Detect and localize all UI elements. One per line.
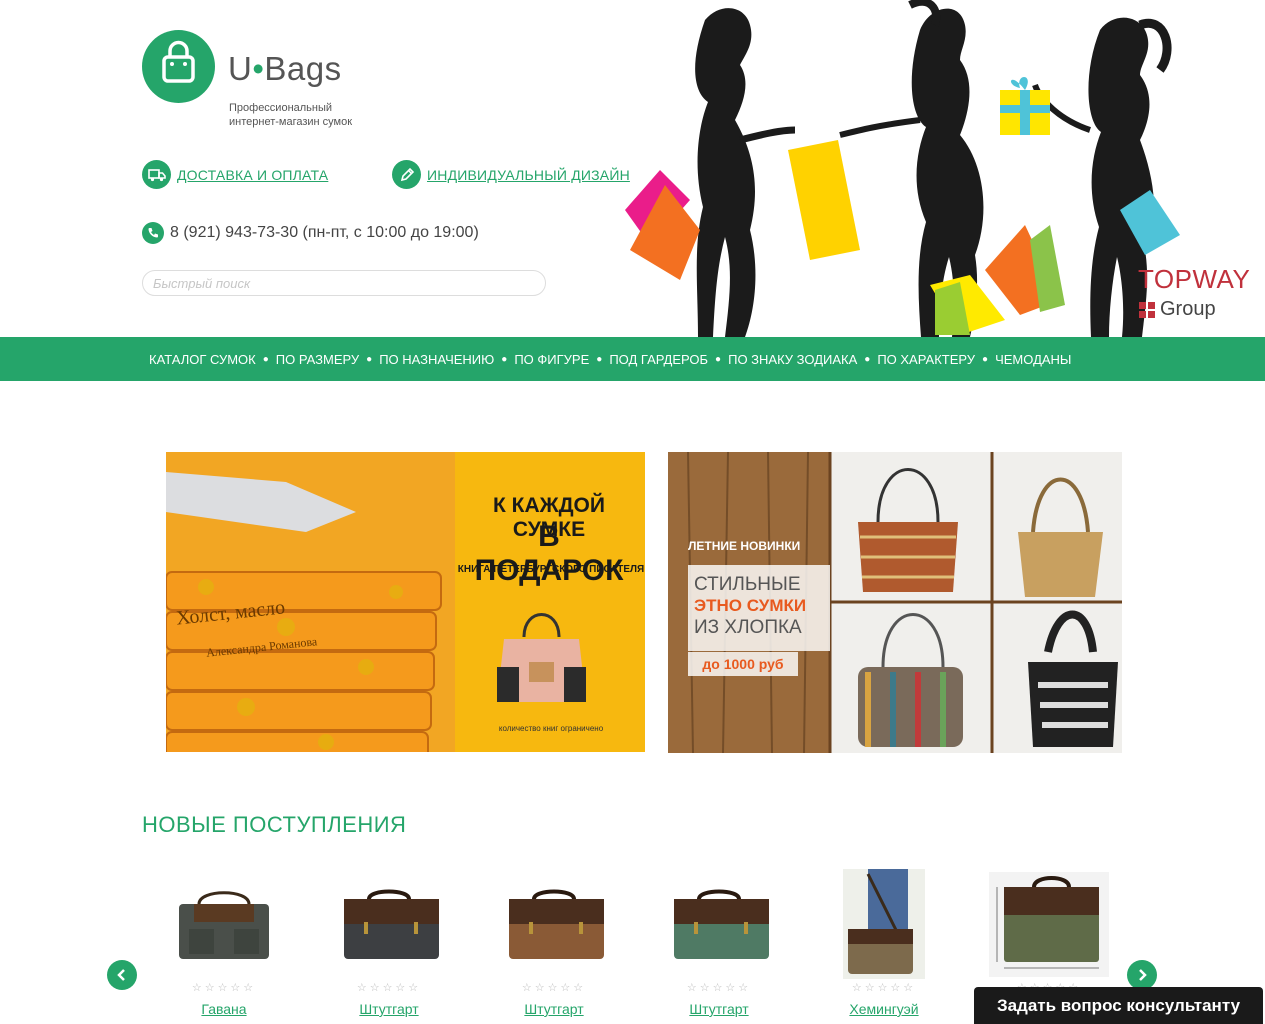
product-card[interactable]: ☆☆☆☆☆ Штутгарт bbox=[324, 868, 454, 1017]
book-stack-image bbox=[166, 452, 456, 752]
product-image[interactable] bbox=[489, 868, 619, 980]
gift-book-banner[interactable]: Холст, масло Александра Романова К КАЖДО… bbox=[166, 452, 645, 752]
custom-design-link-label[interactable]: ИНДИВИДУАЛЬНЫЙ ДИЗАЙН bbox=[427, 167, 630, 183]
product-card[interactable]: ☆☆☆☆☆ bbox=[984, 868, 1114, 1001]
rating-stars: ☆☆☆☆☆ bbox=[191, 982, 257, 994]
banner-right-line-2: ЭТНО СУМКИ bbox=[694, 596, 807, 615]
partner-logo-icon bbox=[1139, 301, 1155, 318]
partner-logo-name: TOPWAY bbox=[1138, 264, 1251, 294]
ask-consultant-button[interactable]: Задать вопрос консультанту bbox=[974, 987, 1263, 1024]
product-name-link[interactable]: Штутгарт bbox=[489, 1001, 619, 1017]
phone-icon bbox=[142, 222, 164, 244]
logo-icon[interactable] bbox=[142, 30, 215, 103]
nav-item-suitcases[interactable]: ЧЕМОДАНЫ bbox=[995, 352, 1071, 367]
banner-left-title-2: В ПОДАРОК bbox=[474, 520, 624, 587]
banner-right-line-3: ИЗ ХЛОПКА bbox=[694, 617, 802, 638]
rating-stars: ☆☆☆☆☆ bbox=[851, 982, 917, 994]
tagline-line-2: интернет-магазин сумок bbox=[229, 116, 353, 128]
handbag-image bbox=[497, 613, 586, 702]
custom-design-link[interactable]: ИНДИВИДУАЛЬНЫЙ ДИЗАЙН bbox=[392, 160, 630, 189]
logo-wordmark[interactable]: U•Bags bbox=[228, 50, 342, 88]
product-image[interactable] bbox=[324, 868, 454, 980]
nav-item-purpose[interactable]: ПО НАЗНАЧЕНИЮ bbox=[379, 352, 494, 367]
rating-stars: ☆☆☆☆☆ bbox=[356, 982, 422, 994]
product-card[interactable]: ☆☆☆☆☆ Штутгарт bbox=[654, 868, 784, 1017]
phone-contact: 8 (921) 943-73-30 (пн-пт, с 10:00 до 19:… bbox=[142, 222, 479, 244]
banner-right-line-1: СТИЛЬНЫЕ bbox=[694, 574, 801, 595]
product-name-link[interactable]: Хемингуэй bbox=[819, 1001, 949, 1017]
nav-item-wardrobe[interactable]: ПОД ГАРДЕРОБ bbox=[609, 352, 708, 367]
product-image[interactable] bbox=[654, 868, 784, 980]
nav-item-catalog[interactable]: КАТАЛОГ СУМОК bbox=[149, 352, 256, 367]
product-image[interactable] bbox=[159, 868, 289, 980]
search-input[interactable] bbox=[142, 270, 546, 296]
carousel-next-button[interactable] bbox=[1127, 960, 1157, 990]
product-image[interactable] bbox=[984, 868, 1114, 980]
carousel-prev-button[interactable] bbox=[107, 960, 137, 990]
banner-left-note: количество книг ограничено bbox=[498, 724, 604, 733]
banner-right-label: ЛЕТНИЕ НОВИНКИ bbox=[688, 539, 801, 553]
nav-item-character[interactable]: ПО ХАРАКТЕРУ bbox=[877, 352, 975, 367]
partner-group-label: Group bbox=[1160, 298, 1216, 320]
product-image[interactable] bbox=[819, 868, 949, 980]
phone-number: 8 (921) 943-73-30 (пн-пт, с 10:00 до 19:… bbox=[170, 224, 479, 241]
pencil-icon bbox=[392, 160, 421, 189]
rating-stars: ☆☆☆☆☆ bbox=[686, 982, 752, 994]
new-arrivals-title: НОВЫЕ ПОСТУПЛЕНИЯ bbox=[142, 812, 407, 837]
nav-item-figure[interactable]: ПО ФИГУРЕ bbox=[514, 352, 589, 367]
banner-right-price: до 1000 руб bbox=[688, 652, 798, 676]
chevron-left-icon bbox=[117, 969, 125, 981]
product-name-link[interactable]: Гавана bbox=[159, 1001, 289, 1017]
nav-item-zodiac[interactable]: ПО ЗНАКУ ЗОДИАКА bbox=[728, 352, 857, 367]
product-name-link[interactable]: Штутгарт bbox=[654, 1001, 784, 1017]
tagline-line-1: Профессиональный bbox=[229, 102, 333, 114]
chevron-right-icon bbox=[1139, 969, 1147, 981]
rating-stars: ☆☆☆☆☆ bbox=[521, 982, 587, 994]
delivery-link-label[interactable]: ДОСТАВКА И ОПЛАТА bbox=[177, 167, 328, 183]
product-card[interactable]: ☆☆☆☆☆ Хемингуэй bbox=[819, 868, 949, 1017]
product-card[interactable]: ☆☆☆☆☆ Гавана bbox=[159, 868, 289, 1017]
truck-icon bbox=[142, 160, 171, 189]
product-card[interactable]: ☆☆☆☆☆ Штутгарт bbox=[489, 868, 619, 1017]
banner-left-subtitle: КНИГА ПЕТЕРБУРГСКОГО ПИСАТЕЛЯ bbox=[457, 564, 645, 575]
product-name-link[interactable]: Штутгарт bbox=[324, 1001, 454, 1017]
logo-tagline: Профессиональный интернет-магазин сумок bbox=[229, 101, 379, 129]
partner-logo-group: Group bbox=[1139, 298, 1216, 321]
logo-name-left: U bbox=[228, 50, 253, 87]
delivery-link[interactable]: ДОСТАВКА И ОПЛАТА bbox=[142, 160, 328, 189]
ethno-bags-banner[interactable]: ЛЕТНИЕ НОВИНКИ СТИЛЬНЫЕ ЭТНО СУМКИ ИЗ ХЛ… bbox=[668, 452, 1122, 753]
nav-item-size[interactable]: ПО РАЗМЕРУ bbox=[276, 352, 359, 367]
main-nav: КАТАЛОГ СУМОК ● ПО РАЗМЕРУ ● ПО НАЗНАЧЕНИЮ… bbox=[149, 351, 1072, 367]
logo-name-right: Bags bbox=[264, 50, 342, 87]
